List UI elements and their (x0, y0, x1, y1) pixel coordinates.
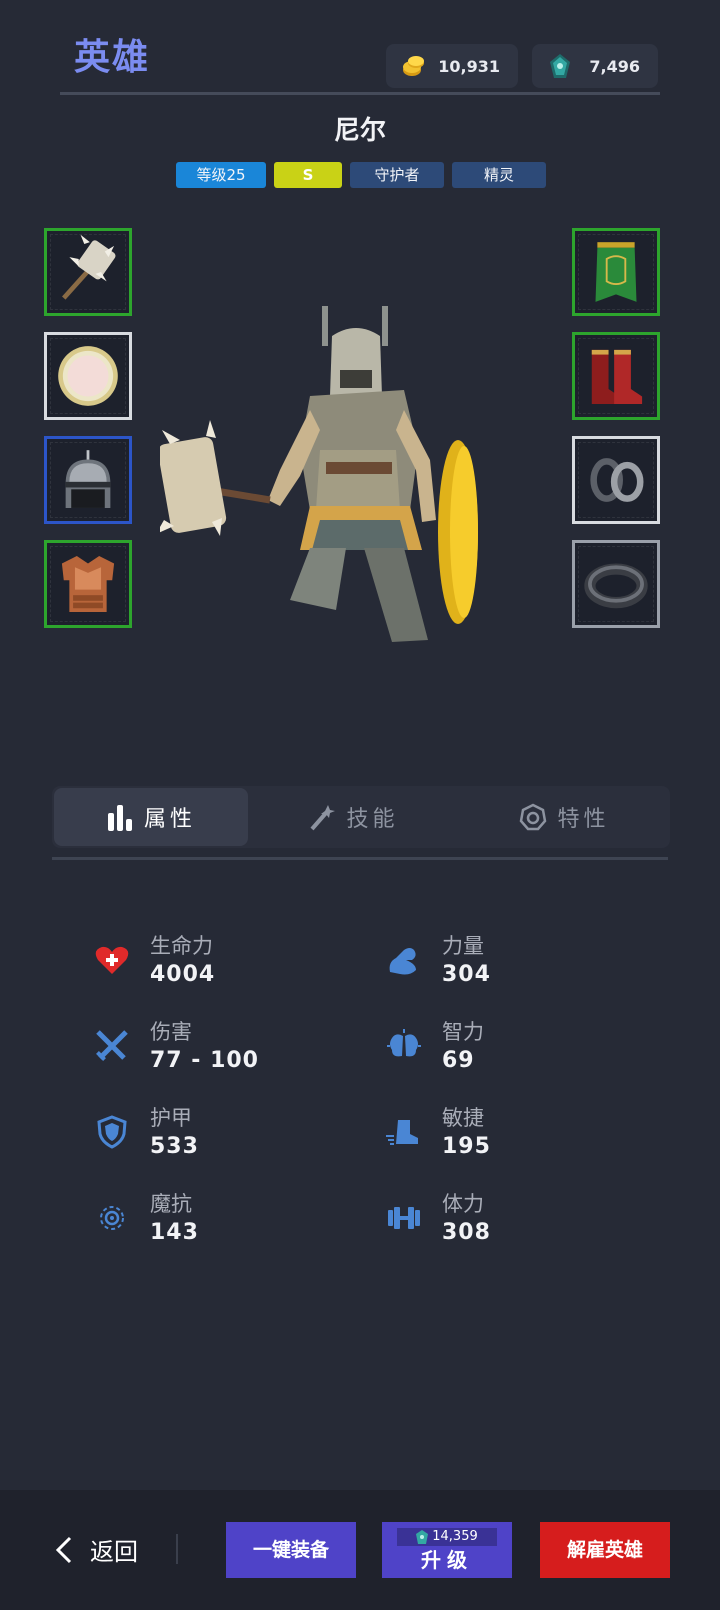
stat-stamina: 体力 308 (386, 1190, 654, 1250)
weapon-slot[interactable] (44, 228, 132, 316)
chest-slot[interactable] (44, 540, 132, 628)
stat-armor-value: 533 (150, 1134, 199, 1159)
stat-damage: 伤害 77 - 100 (94, 1018, 386, 1078)
race-badge: 精灵 (452, 162, 546, 188)
class-badge: 守护者 (350, 162, 444, 188)
gold-counter[interactable]: 10,931 (386, 44, 518, 88)
bracelet-slot[interactable] (572, 540, 660, 628)
stat-stamina-value: 308 (442, 1220, 491, 1245)
hero-tags: 等级25 S 守护者 精灵 (176, 162, 546, 188)
heart-icon (95, 946, 129, 974)
stat-agility-value: 195 (442, 1134, 491, 1159)
gold-coins-icon (403, 56, 424, 76)
stat-strength-label: 力量 (442, 934, 484, 958)
stat-stamina-label: 体力 (442, 1192, 484, 1216)
spiked-hammer-icon (62, 234, 116, 300)
upgrade-cost-value: 14,359 (432, 1529, 478, 1544)
hero-name: 尼尔 (333, 116, 386, 146)
brain-icon (387, 1029, 421, 1057)
trait-icon (520, 803, 547, 831)
ring-slot[interactable] (572, 436, 660, 524)
stat-intellect-label: 智力 (442, 1020, 484, 1044)
bottom-divider (176, 1534, 178, 1564)
back-label: 返回 (90, 1538, 138, 1566)
helmet-icon (65, 450, 111, 508)
level-badge: 等级25 (176, 162, 266, 188)
chevron-left-icon (55, 1536, 72, 1563)
stats-panel: 生命力 4004 力量 304 伤害 77 - 100 智力 69 护甲 533… (94, 932, 654, 1250)
header-divider (60, 92, 660, 95)
stat-damage-label: 伤害 (150, 1020, 192, 1044)
winged-boot-icon (386, 1120, 418, 1145)
stat-intellect-value: 69 (442, 1048, 475, 1073)
stat-hp: 生命力 4004 (94, 932, 386, 992)
stat-agility: 敏捷 195 (386, 1104, 654, 1164)
tabs-divider (52, 857, 668, 860)
helmet-slot[interactable] (44, 436, 132, 524)
stat-strength: 力量 304 (386, 932, 654, 992)
crossed-swords-icon (96, 1030, 128, 1061)
shield-icon (97, 1115, 127, 1149)
hero-model (160, 306, 478, 642)
stat-damage-value: 77 - 100 (150, 1048, 259, 1073)
gold-amount: 10,931 (438, 56, 500, 76)
hero-tabs: 属性 技能 特性 (52, 786, 670, 848)
spiral-icon (100, 1206, 124, 1230)
dumbbell-icon (388, 1207, 420, 1229)
tab-traits-label: 特性 (557, 807, 610, 832)
stat-hp-value: 4004 (150, 962, 216, 987)
red-boots-icon (591, 349, 643, 404)
gem-amount: 7,496 (589, 56, 640, 76)
round-shield-icon (58, 346, 118, 406)
stat-agility-label: 敏捷 (442, 1106, 484, 1130)
flexed-arm-icon (389, 948, 416, 975)
stat-magic-resist-label: 魔抗 (150, 1192, 192, 1216)
upgrade-cost: 14,359 (397, 1528, 497, 1546)
magic-wand-icon (310, 805, 336, 831)
gem-icon (416, 1530, 429, 1544)
green-cape-icon (595, 242, 637, 302)
stat-armor-label: 护甲 (150, 1106, 192, 1130)
chest-armor-icon (61, 556, 115, 612)
stat-intellect: 智力 69 (386, 1018, 654, 1078)
stat-strength-value: 304 (442, 962, 491, 987)
gem-icon (550, 54, 570, 78)
shield-slot[interactable] (44, 332, 132, 420)
stat-magic-resist: 魔抗 143 (94, 1190, 386, 1250)
bracelet-icon (584, 563, 648, 609)
upgrade-button[interactable]: 14,359 升级 (382, 1522, 512, 1578)
boots-slot[interactable] (572, 332, 660, 420)
tab-skills[interactable]: 技能 (248, 788, 459, 846)
page-title: 英雄 (74, 37, 151, 78)
dismiss-hero-button[interactable]: 解雇英雄 (540, 1522, 670, 1578)
cape-slot[interactable] (572, 228, 660, 316)
ring-icon (590, 458, 644, 502)
back-button[interactable]: 返回 (54, 1532, 138, 1567)
stat-magic-resist-value: 143 (150, 1220, 199, 1245)
equip-all-button[interactable]: 一键装备 (226, 1522, 356, 1578)
stat-hp-label: 生命力 (150, 934, 213, 958)
upgrade-label: 升级 (421, 1548, 473, 1572)
bar-chart-icon (107, 805, 132, 831)
tab-traits[interactable]: 特性 (459, 788, 670, 846)
tab-attributes-label: 属性 (143, 807, 196, 832)
gem-counter[interactable]: 7,496 (532, 44, 658, 88)
tab-skills-label: 技能 (346, 807, 399, 832)
stat-armor: 护甲 533 (94, 1104, 386, 1164)
tab-attributes[interactable]: 属性 (54, 788, 248, 846)
grade-badge: S (274, 162, 342, 188)
